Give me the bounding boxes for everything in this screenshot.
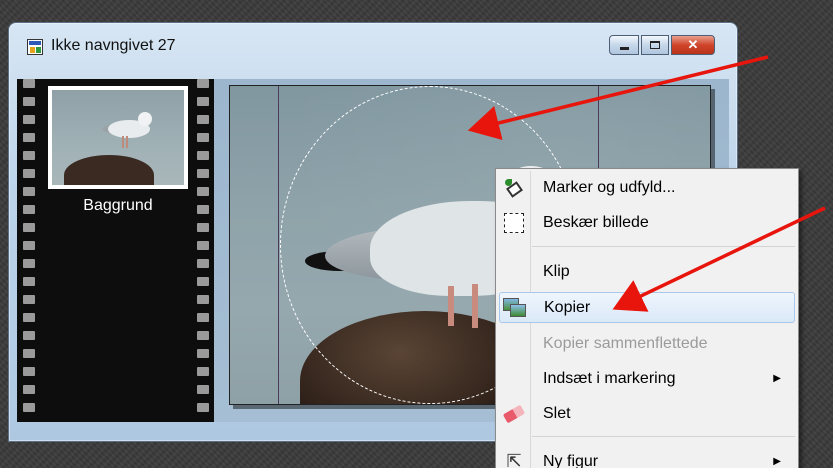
menu-item-label: Klip <box>543 262 570 280</box>
menu-item-label: Indsæt i markering <box>543 369 676 387</box>
seagull-thumbnail-image <box>52 90 184 185</box>
film-perforation-left <box>23 79 36 422</box>
layer-filmstrip: Baggrund <box>17 79 214 422</box>
menu-item-label: Ny figur <box>543 452 599 468</box>
menu-separator <box>532 246 795 247</box>
submenu-arrow-icon: ▶ <box>773 456 781 467</box>
copy-image-icon <box>503 297 527 318</box>
close-button[interactable]: ✕ <box>671 35 715 55</box>
minimize-button[interactable] <box>609 35 639 55</box>
menu-separator <box>532 436 795 437</box>
menu-item-label: Slet <box>543 404 571 422</box>
submenu-arrow-icon: ▶ <box>773 373 781 384</box>
menu-item-slet[interactable]: Slet <box>499 398 795 429</box>
film-perforation-right <box>197 79 210 422</box>
menu-item-marker-og-udfyld[interactable]: Marker og udfyld... <box>499 172 795 203</box>
menu-item-indsaet-i-markering[interactable]: Indsæt i markering ▶ <box>499 363 795 394</box>
minimize-icon <box>619 46 629 50</box>
maximize-icon <box>650 41 660 49</box>
layer-thumbnail[interactable] <box>48 86 188 189</box>
menu-item-label: Kopier <box>544 298 591 316</box>
menu-item-label: Marker og udfyld... <box>543 178 676 196</box>
context-menu: Marker og udfyld... Beskær billede Klip … <box>495 168 799 468</box>
pointer-icon: ⇱ <box>506 451 522 468</box>
eraser-icon <box>502 404 526 423</box>
menu-item-beskaer-billede[interactable]: Beskær billede <box>499 207 795 238</box>
window-title: Ikke navngivet 27 <box>51 37 176 54</box>
menu-item-kopier-sammenflettede[interactable]: Kopier sammenflettede <box>499 328 795 359</box>
menu-item-label: Kopier sammenflettede <box>543 334 708 352</box>
close-icon: ✕ <box>687 37 699 52</box>
menu-item-label: Beskær billede <box>543 213 649 231</box>
maximize-button[interactable] <box>641 35 669 55</box>
menu-item-kopier[interactable]: Kopier <box>499 292 795 323</box>
layer-name[interactable]: Baggrund <box>48 197 188 215</box>
guide-line <box>278 86 279 404</box>
title-bar[interactable]: Ikke navngivet 27 ✕ <box>9 23 737 57</box>
fill-bucket-icon <box>504 178 524 198</box>
image-document-icon <box>27 39 43 55</box>
menu-item-klip[interactable]: Klip <box>499 256 795 287</box>
crop-icon <box>504 212 524 233</box>
menu-item-ny-figur[interactable]: ⇱ Ny figur ▶ <box>499 446 795 468</box>
